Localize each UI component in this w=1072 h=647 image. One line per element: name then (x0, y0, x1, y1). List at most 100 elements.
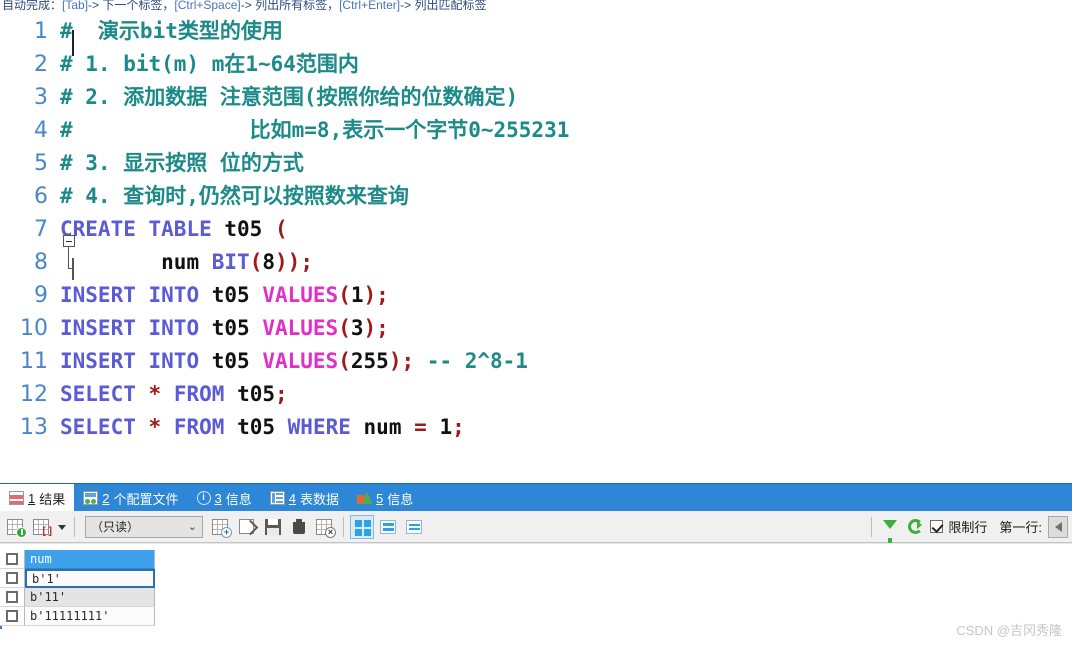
code-line[interactable]: INSERT INTO t05 VALUES(3); (60, 312, 389, 345)
code-line[interactable]: SELECT * FROM t05 WHERE num = 1; (60, 411, 465, 444)
form-view-button[interactable] (376, 515, 400, 539)
tab-label: 信息 (225, 491, 252, 507)
code-line[interactable]: # 1. bit(m) m在1~64范围内 (60, 48, 359, 81)
text-caret-secondary (72, 258, 74, 280)
form-view-icon (380, 519, 396, 534)
row-select-checkbox[interactable] (0, 569, 25, 588)
insert-record-button[interactable]: + (209, 515, 233, 539)
limit-rows-label: 限制行 (948, 520, 988, 535)
tab-label: 个配置文件 (113, 491, 179, 507)
text-view-icon (406, 519, 422, 534)
info-circle-icon: i (196, 491, 211, 505)
chart-icon (357, 491, 372, 505)
result-grid-icon (9, 491, 24, 505)
result-grid-panel[interactable]: num b'1' b'11' b'11111111' CSDN @吉冈秀隆 (0, 543, 1072, 647)
chevron-down-icon (58, 524, 66, 530)
code-line[interactable]: # 2. 添加数据 注意范围(按照你给的位数确定) (60, 81, 518, 114)
triangle-left-icon (1054, 521, 1062, 532)
text-view-button[interactable] (402, 515, 426, 539)
red-bracket-badge-icon: [ ] (42, 525, 52, 537)
code-line[interactable]: INSERT INTO t05 VALUES(255); -- 2^8-1 (60, 345, 528, 378)
export-record-button[interactable] (235, 515, 259, 539)
sql-code-editor[interactable]: 1 # 演示bit类型的使用 2 # 1. bit(m) m在1~64范围内 3 # 2.… (0, 13, 1072, 483)
hint-text-1: -> 下一个标签， (88, 0, 175, 12)
hint-key-ctrl-space: [Ctrl+Space] (174, 0, 241, 12)
line-number: 3 (34, 85, 48, 110)
code-line[interactable]: CREATE TABLE t05 ( (60, 213, 288, 246)
hint-key-ctrl-enter: [Ctrl+Enter] (339, 0, 401, 12)
cancel-edit-button[interactable]: × (313, 515, 337, 539)
checkbox-icon (6, 610, 18, 622)
tab-4[interactable]: 4 表数据 (261, 484, 348, 512)
result-grid-toolbar[interactable]: [ ] （只读） ⌄ + × 限制行 第一行: (0, 511, 1072, 544)
code-line[interactable]: num BIT(8)); (60, 246, 313, 279)
tab-5[interactable]: 5 信息 (348, 484, 422, 512)
save-record-button[interactable] (261, 515, 285, 539)
code-line[interactable]: SELECT * FROM t05; (60, 378, 288, 411)
table-cell[interactable]: num (25, 550, 155, 569)
delete-record-button[interactable] (287, 515, 311, 539)
code-line[interactable]: INSERT INTO t05 VALUES(1); (60, 279, 389, 312)
checkbox-icon (6, 553, 18, 565)
line-number: 9 (34, 283, 48, 308)
table-row[interactable]: b'1' (0, 569, 155, 588)
filter-funnel-icon (883, 519, 898, 544)
line-number: 2 (34, 52, 48, 77)
tab-number: 5 (376, 490, 384, 506)
line-number: 1 (34, 19, 48, 44)
tab-1[interactable]: 1 结果 (0, 484, 75, 512)
hint-key-tab: [Tab] (62, 0, 89, 12)
tab-3[interactable]: i 3 信息 (188, 484, 261, 512)
filter-button[interactable] (878, 515, 902, 544)
grid-options-button[interactable]: [ ] (30, 515, 54, 539)
line-number: 13 (20, 415, 48, 440)
grid-view-button[interactable] (350, 514, 374, 539)
code-fold-toggle-icon[interactable] (63, 235, 75, 247)
refresh-icon (908, 518, 924, 534)
result-grid[interactable]: num b'1' b'11' b'11111111' (0, 550, 155, 626)
edit-mode-value: （只读） (91, 520, 140, 534)
row-select-checkbox[interactable] (0, 588, 25, 607)
watermark: CSDN @吉冈秀隆 (956, 623, 1062, 638)
table-row[interactable]: b'11111111' (0, 607, 155, 626)
table-cell[interactable]: b'11' (25, 588, 155, 607)
table-cell[interactable]: b'1' (25, 569, 155, 588)
grid-top-divider (0, 543, 1072, 544)
table-cell[interactable]: b'11111111' (25, 607, 155, 626)
tab-number: 1 (28, 490, 36, 506)
row-select-checkbox[interactable] (0, 550, 25, 569)
line-number: 7 (34, 217, 48, 242)
tab-number: 3 (214, 490, 222, 506)
code-line[interactable]: # 3. 显示按照 位的方式 (60, 147, 304, 180)
sql-editor-window: 自动完成：[Tab]-> 下一个标签，[Ctrl+Space]-> 列出所有标签… (0, 0, 1072, 647)
code-line[interactable]: # 4. 查询时,仍然可以按照数来查询 (60, 180, 409, 213)
code-line[interactable]: # 比如m=8,表示一个字节0~255231 (60, 114, 569, 147)
code-lines-container[interactable]: 1 # 演示bit类型的使用 2 # 1. bit(m) m在1~64范围内 3 # 2.… (0, 13, 1072, 483)
autocomplete-hint-text: 自动完成：[Tab]-> 下一个标签，[Ctrl+Space]-> 列出所有标签… (2, 0, 486, 12)
hint-text-2: -> 列出所有标签， (240, 0, 340, 12)
table-row[interactable]: b'11' (0, 588, 155, 607)
table-row[interactable]: num (0, 550, 155, 569)
limit-rows-checkbox[interactable] (930, 520, 944, 533)
floppy-disk-icon (265, 518, 281, 535)
autocomplete-hint-bar: 自动完成：[Tab]-> 下一个标签，[Ctrl+Space]-> 列出所有标签… (0, 0, 1072, 13)
text-caret (72, 30, 74, 56)
line-number: 11 (20, 349, 48, 374)
apply-changes-button[interactable] (4, 515, 28, 539)
first-row-label: 第一行: (999, 520, 1042, 535)
edit-mode-select[interactable]: （只读） ⌄ (85, 515, 203, 538)
grid-options-dropdown-button[interactable] (56, 515, 68, 539)
tab-2[interactable]: 2 个配置文件 (74, 484, 187, 512)
tab-label: 表数据 (299, 491, 339, 507)
result-tab-bar[interactable]: 1 结果 2 个配置文件 i 3 信息 4 表数据 5 信息 (0, 483, 1072, 512)
row-select-checkbox[interactable] (0, 607, 25, 626)
export-arrow-icon (239, 518, 254, 534)
line-number: 5 (34, 151, 48, 176)
cancel-badge-icon: × (325, 526, 336, 538)
refresh-button[interactable] (904, 515, 928, 539)
profile-icon (83, 491, 99, 505)
code-line[interactable]: # 演示bit类型的使用 (60, 15, 283, 48)
plus-badge-icon: + (221, 526, 232, 538)
first-row-prev-button[interactable] (1048, 515, 1068, 538)
tab-number: 4 (288, 490, 296, 506)
